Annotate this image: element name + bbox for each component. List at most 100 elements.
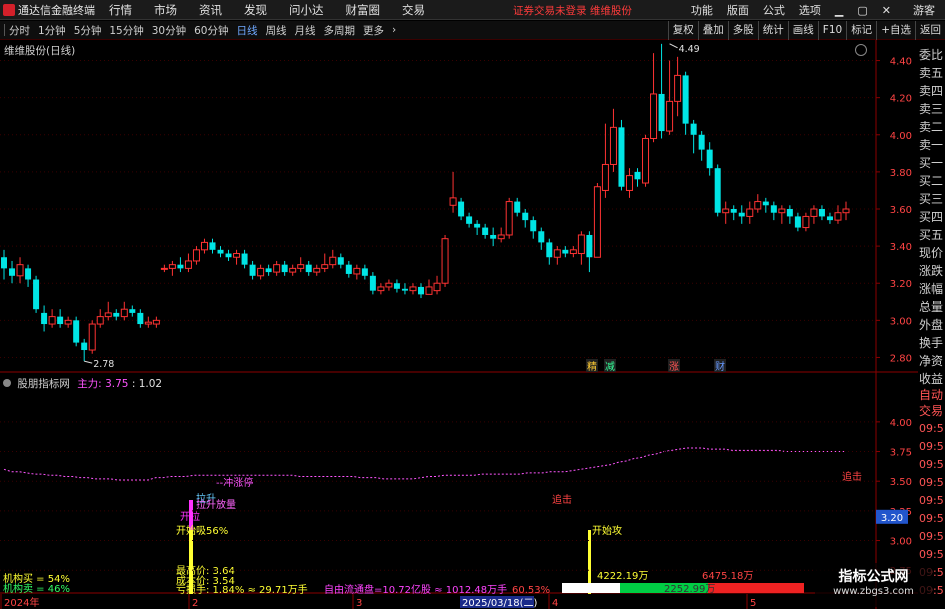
- quote-field-label[interactable]: 总量: [919, 298, 945, 316]
- menu-function[interactable]: 功能: [691, 2, 713, 18]
- time-entry[interactable]: 09:5: [919, 530, 945, 548]
- chevron-right-icon[interactable]: ›: [392, 24, 396, 36]
- menu-ask[interactable]: 问小达: [289, 2, 324, 18]
- event-tag-label: 财: [715, 360, 725, 373]
- quote-field-label[interactable]: 卖一: [919, 136, 945, 154]
- candle-body-down: [25, 268, 32, 280]
- add-watchlist-button[interactable]: +自选: [876, 21, 915, 40]
- time-entry[interactable]: 09:5: [919, 512, 945, 530]
- candle-body-up: [609, 126, 617, 165]
- menu-quotes[interactable]: 行情: [109, 2, 132, 18]
- period-more[interactable]: 更多: [363, 23, 384, 38]
- quote-field-label[interactable]: 现价: [919, 244, 945, 262]
- candle-body-up: [553, 249, 561, 258]
- period-weekly[interactable]: 周线: [266, 23, 287, 38]
- minimize-icon[interactable]: ▁: [835, 4, 843, 17]
- menu-wealth[interactable]: 财富圈: [346, 2, 381, 18]
- period-60min[interactable]: 60分钟: [194, 23, 228, 38]
- quote-field-label[interactable]: 换手: [919, 334, 945, 352]
- candle-body-up: [650, 93, 658, 139]
- quote-field-label[interactable]: 卖三: [919, 100, 945, 118]
- stats-button[interactable]: 统计: [757, 21, 788, 40]
- back-button[interactable]: 返回: [915, 21, 945, 40]
- volume-bar-white: [562, 583, 620, 593]
- period-30min[interactable]: 30分钟: [152, 23, 186, 38]
- period-5min[interactable]: 5分钟: [74, 23, 102, 38]
- quote-field-label[interactable]: 委比: [919, 46, 945, 64]
- quote-side-panel: 委比 卖五 卖四 卖三 卖二 卖一 买一 买二 买三 买四 买五 现价 涨跌 涨幅 总量 外盘 换手 净资 收益 自动…: [918, 40, 945, 609]
- mark-button[interactable]: 标记: [846, 21, 876, 40]
- quote-field-label[interactable]: 买一: [919, 154, 945, 172]
- candle-body-up: [722, 208, 730, 214]
- event-tag: 财: [714, 359, 726, 373]
- quote-field-label[interactable]: 买三: [919, 190, 945, 208]
- menu-formula[interactable]: 公式: [763, 2, 785, 18]
- period-intraday[interactable]: 分时: [9, 23, 30, 38]
- quote-field-label[interactable]: 交易: [919, 402, 945, 420]
- time-entry[interactable]: 09:5: [919, 422, 945, 440]
- time-entry[interactable]: 09:5: [919, 458, 945, 476]
- overlay-button[interactable]: 叠加: [697, 21, 728, 40]
- candle-body-down: [826, 216, 833, 221]
- candle-body-up: [601, 163, 609, 191]
- draw-line-button[interactable]: 画线: [787, 21, 818, 40]
- quote-field-label[interactable]: 卖五: [919, 64, 945, 82]
- close-icon[interactable]: ✕: [882, 4, 891, 17]
- kline-chart[interactable]: 4.40 4.20 4.00 3.80 3.60 3.40 3.20 3.00 2.80 --冲…: [0, 40, 918, 609]
- candle-body-up: [505, 201, 513, 236]
- candle-body-down: [337, 257, 344, 265]
- quote-field-label[interactable]: 净资: [919, 352, 945, 370]
- guest-label[interactable]: 游客: [913, 2, 935, 18]
- menu-layout[interactable]: 版面: [727, 2, 749, 18]
- indicator-collapse-icon[interactable]: [3, 379, 11, 387]
- ind-axis-label: 4.00: [890, 418, 912, 429]
- menu-trade[interactable]: 交易: [402, 2, 425, 18]
- candle-body-up: [168, 264, 176, 269]
- app-logo-icon: [3, 3, 15, 16]
- quote-field-label[interactable]: 买五: [919, 226, 945, 244]
- quote-field-label[interactable]: 外盘: [919, 316, 945, 334]
- quote-field-label[interactable]: 卖二: [919, 118, 945, 136]
- float-cap-label: 自由流通盘=10.72亿股 ≈ 1012.48万手: [324, 583, 507, 596]
- quote-field-label[interactable]: 卖四: [919, 82, 945, 100]
- candle-body-down: [281, 264, 288, 273]
- settings-icon[interactable]: [855, 44, 867, 56]
- candle-body-down: [522, 212, 529, 221]
- time-entry[interactable]: 09:5: [919, 494, 945, 512]
- candle-body-up: [160, 267, 168, 270]
- price-axis-label: 3.60: [890, 205, 912, 216]
- candle-body-up: [192, 249, 200, 262]
- time-entry[interactable]: 09:5: [919, 440, 945, 458]
- f10-button[interactable]: F10: [817, 21, 846, 40]
- period-multi[interactable]: 多周期: [324, 23, 356, 38]
- login-status[interactable]: 证券交易未登录 维维股份: [513, 3, 632, 18]
- candle-body-up: [778, 208, 786, 214]
- menu-options[interactable]: 选项: [799, 2, 821, 18]
- adjust-button[interactable]: 复权: [667, 21, 698, 40]
- toolbar-divider: [4, 24, 5, 36]
- period-monthly[interactable]: 月线: [295, 23, 316, 38]
- quote-field-label[interactable]: 买二: [919, 172, 945, 190]
- candle-body-down: [706, 149, 713, 169]
- restore-icon[interactable]: ▢: [857, 4, 867, 17]
- indicator-name[interactable]: 股朋指标网: [17, 378, 70, 390]
- candle-body-down: [57, 316, 64, 325]
- candle-body-up: [425, 286, 433, 295]
- period-15min[interactable]: 15分钟: [109, 23, 143, 38]
- tool-buttons: 复权 叠加 多股 统计 画线 F10 标记 +自选 返回: [667, 21, 945, 40]
- pull-volume-label: 拉升放量: [196, 498, 236, 511]
- quote-field-label[interactable]: 涨幅: [919, 280, 945, 298]
- quote-field-label[interactable]: 涨跌: [919, 262, 945, 280]
- period-1min[interactable]: 1分钟: [38, 23, 66, 38]
- menu-market[interactable]: 市场: [154, 2, 177, 18]
- time-entry[interactable]: 09:5: [919, 476, 945, 494]
- menu-discover[interactable]: 发现: [244, 2, 267, 18]
- quote-field-label[interactable]: 买四: [919, 208, 945, 226]
- candle-body-down: [466, 216, 473, 224]
- menu-news[interactable]: 资讯: [199, 2, 222, 18]
- multi-stock-button[interactable]: 多股: [727, 21, 758, 40]
- period-daily[interactable]: 日线: [237, 23, 258, 38]
- candle-body-up: [88, 323, 96, 351]
- candle-body-down: [1, 257, 7, 269]
- date-axis-label: 2024年: [4, 596, 39, 609]
